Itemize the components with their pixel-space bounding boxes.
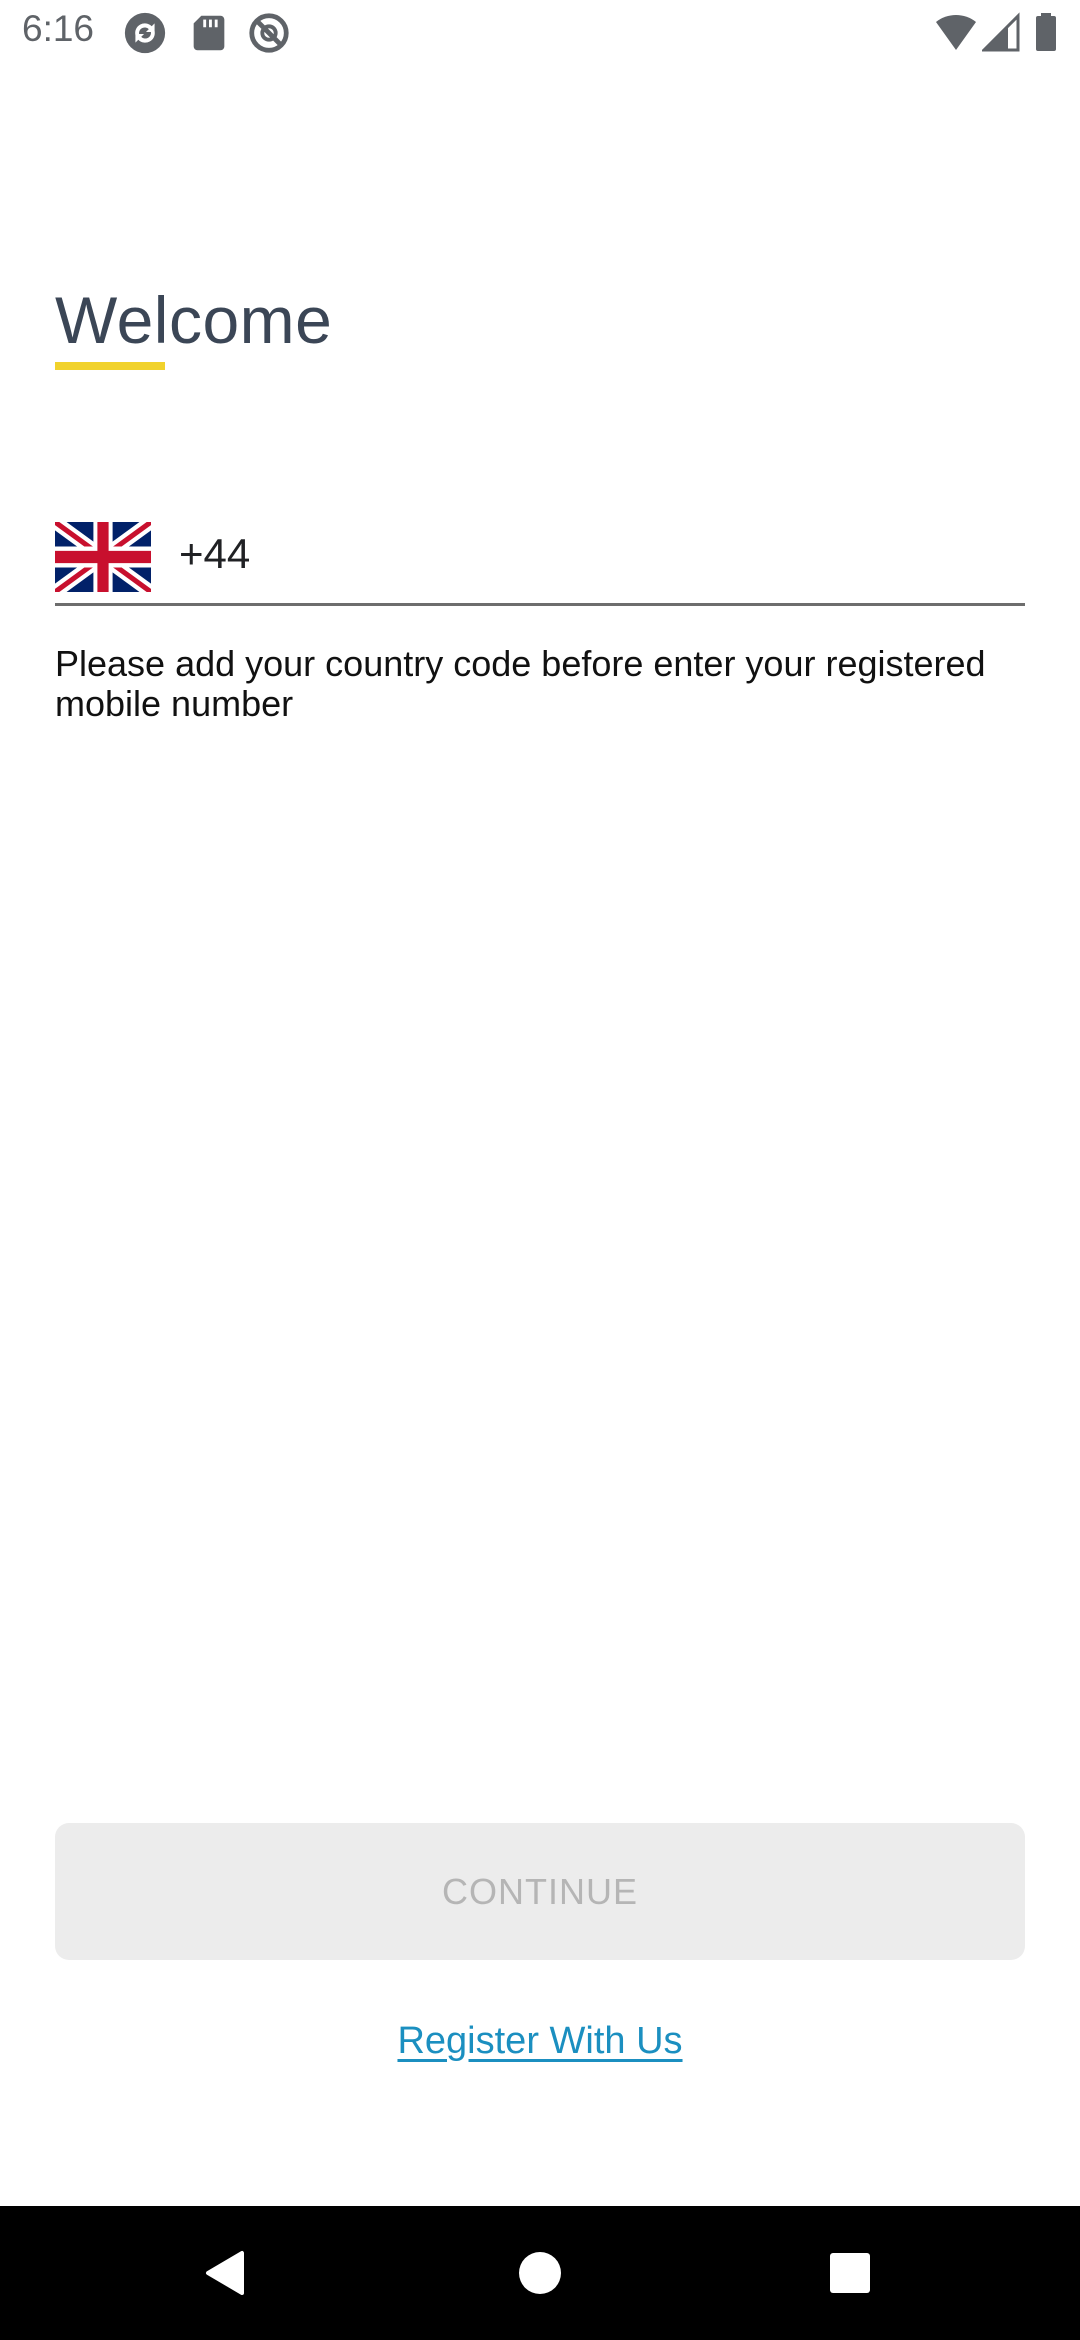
register-with-us-link[interactable]: Register With Us [397,2020,682,2062]
back-icon[interactable] [194,2241,258,2305]
page-title: Welcome [55,283,333,357]
battery-icon [1036,13,1056,51]
helper-text: Please add your country code before ente… [55,643,986,724]
cellular-signal-icon [982,12,1020,52]
continue-button[interactable]: CONTINUE [55,1823,1025,1960]
status-time: 6:16 [22,8,95,49]
navigation-bar [0,2206,1080,2340]
title-underline [55,362,165,370]
status-bar: 6:16 [0,0,1080,66]
phone-number-field[interactable]: +44 [55,520,1025,606]
uk-flag-icon[interactable] [55,522,151,592]
wifi-icon [936,14,976,51]
recents-icon[interactable] [818,2241,882,2305]
do-not-disturb-icon [249,13,289,53]
country-code-input[interactable]: +44 [179,530,250,578]
continue-label: CONTINUE [442,1870,638,1912]
sync-icon [124,12,166,54]
home-icon[interactable] [508,2241,572,2305]
register-link-row: Register With Us [0,2020,1080,2063]
sd-card-icon [193,15,225,51]
